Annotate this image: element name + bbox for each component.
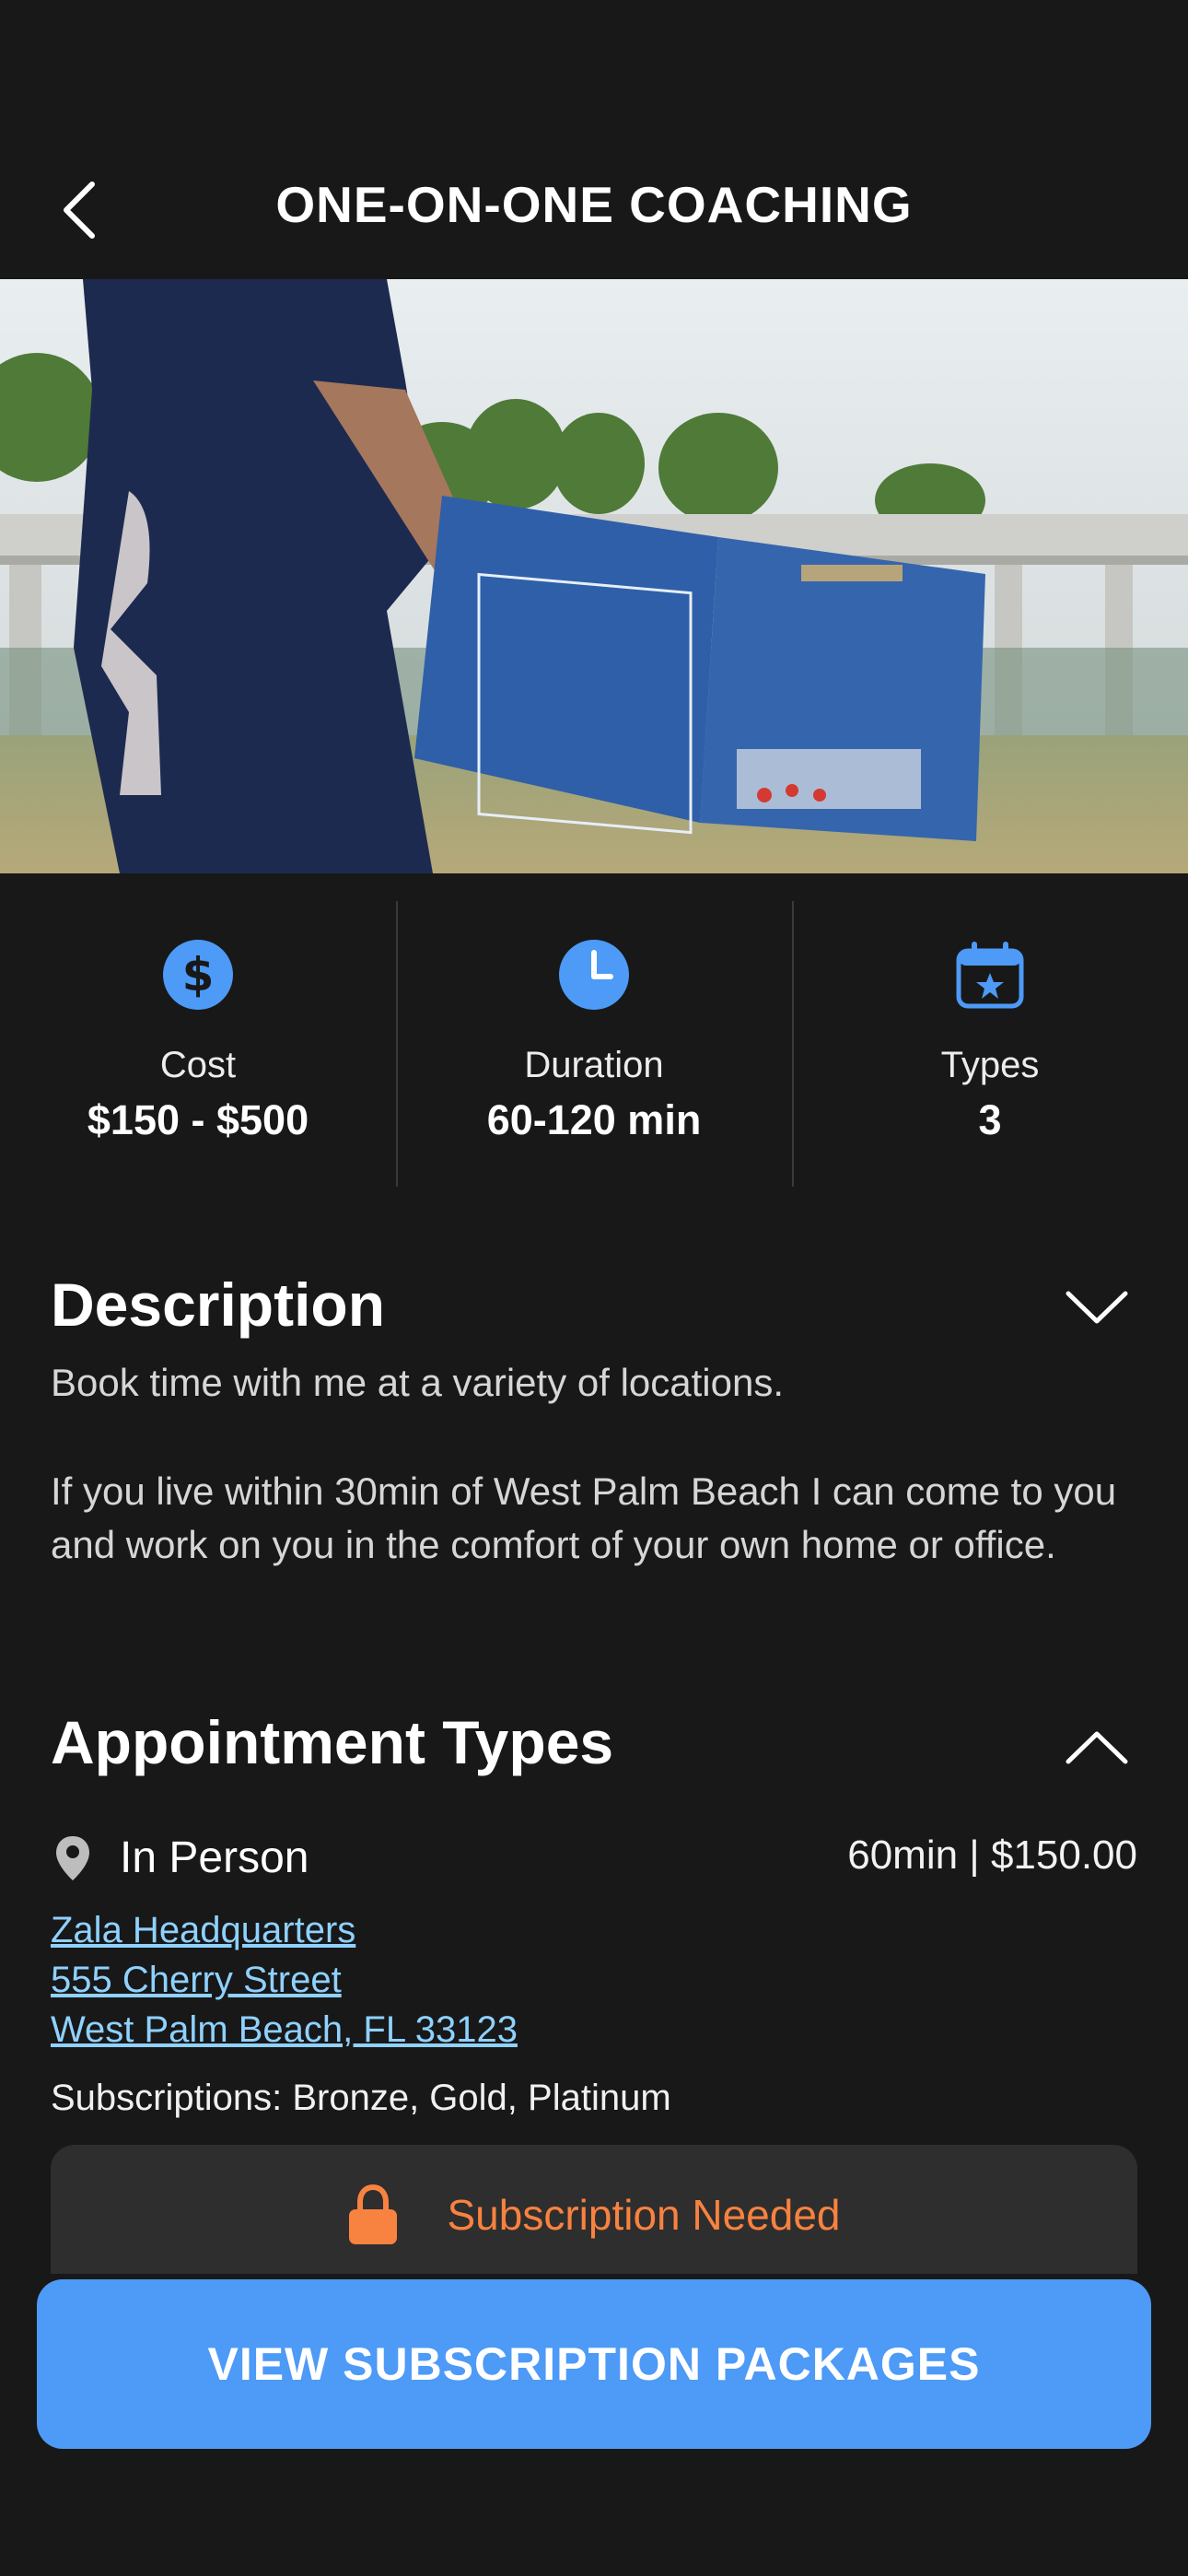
location-pin-icon	[56, 1836, 89, 1880]
stat-cost: $ Cost $150 - $500	[0, 873, 396, 1196]
view-subscription-packages-button[interactable]: VIEW SUBSCRIPTION PACKAGES	[37, 2279, 1151, 2449]
subscriptions-text: Subscriptions: Bronze, Gold, Platinum	[51, 2078, 671, 2118]
svg-text:$: $	[182, 948, 215, 1001]
subscription-needed-banner[interactable]: Subscription Needed	[51, 2145, 1137, 2274]
stat-value: $150 - $500	[87, 1096, 309, 1143]
address-line-link[interactable]: 555 Cherry Street	[51, 1955, 518, 2005]
page-title: ONE-ON-ONE COACHING	[275, 176, 913, 233]
appointment-type-price: 60min | $150.00	[847, 1832, 1137, 1878]
address-line-link[interactable]: Zala Headquarters	[51, 1905, 518, 1955]
lock-icon	[349, 2184, 398, 2244]
chevron-down-icon[interactable]	[1065, 1290, 1129, 1327]
stat-label: Duration	[524, 1045, 664, 1085]
description-text: Book time with me at a variety of locati…	[51, 1356, 1137, 1572]
stat-label: Types	[940, 1045, 1040, 1085]
dollar-icon: $	[163, 940, 233, 1010]
stat-duration: Duration 60-120 min	[396, 873, 792, 1196]
chevron-up-icon[interactable]	[1065, 1728, 1129, 1765]
subscription-needed-text: Subscription Needed	[447, 2191, 841, 2239]
stats-bar: $ Cost $150 - $500 Duration 60-120 min T…	[0, 873, 1188, 1196]
stat-types: Types 3	[792, 873, 1188, 1196]
stat-label: Cost	[159, 1045, 237, 1085]
stat-value: 3	[978, 1096, 1002, 1143]
app-header: ONE-ON-ONE COACHING	[0, 0, 1188, 279]
hero-image	[0, 279, 1188, 873]
description-paragraph: Book time with me at a variety of locati…	[51, 1361, 785, 1404]
clock-icon	[559, 940, 629, 1010]
description-title: Description	[51, 1270, 386, 1339]
appointment-types-title: Appointment Types	[51, 1708, 614, 1776]
calendar-star-icon	[956, 942, 1024, 1009]
appointment-type-row[interactable]: In Person 60min | $150.00	[51, 1829, 1137, 1893]
stat-value: 60-120 min	[486, 1096, 702, 1143]
address-line-link[interactable]: West Palm Beach, FL 33123	[51, 2005, 518, 2055]
address: Zala Headquarters 555 Cherry Street West…	[51, 1905, 518, 2055]
description-paragraph: If you live within 30min of West Palm Be…	[51, 1469, 1117, 1566]
appointment-type-name: In Person	[120, 1833, 309, 1882]
